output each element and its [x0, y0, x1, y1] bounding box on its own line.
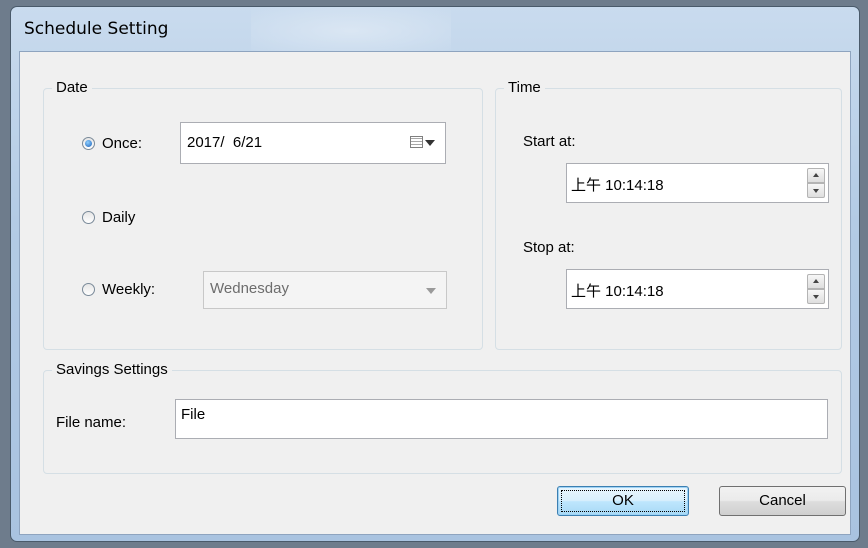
calendar-icon[interactable] — [410, 136, 423, 148]
spin-down-icon[interactable] — [807, 183, 825, 198]
cancel-label: Cancel — [759, 492, 806, 509]
stop-time-spinner[interactable] — [807, 274, 825, 304]
weekly-radio[interactable] — [82, 283, 95, 296]
date-group: Date Once: 2017/ 6/21 Daily Weekly: Wedn… — [43, 79, 483, 350]
window-title: Schedule Setting — [24, 19, 169, 39]
spin-down-icon[interactable] — [807, 289, 825, 304]
savings-group-label: Savings Settings — [52, 361, 172, 378]
start-at-label: Start at: — [523, 133, 576, 150]
dropdown-arrow-icon[interactable] — [426, 288, 436, 294]
weekly-label[interactable]: Weekly: — [102, 281, 155, 298]
time-group: Time Start at: 上午 10:14:18 Stop at: 上午 1… — [495, 79, 842, 350]
stop-time-value: 上午 10:14:18 — [571, 283, 664, 300]
start-time-spinner[interactable] — [807, 168, 825, 198]
savings-group: Savings Settings File name: File — [43, 361, 842, 474]
ok-button[interactable]: OK — [557, 486, 689, 516]
ok-focus-rect — [561, 490, 685, 512]
titlebar-glow — [251, 7, 451, 55]
file-name-input[interactable]: File — [175, 399, 828, 439]
weekly-day-value: Wednesday — [210, 280, 289, 297]
dialog-body: Date Once: 2017/ 6/21 Daily Weekly: Wedn… — [19, 51, 851, 535]
stop-time-field[interactable]: 上午 10:14:18 — [566, 269, 829, 309]
start-time-field[interactable]: 上午 10:14:18 — [566, 163, 829, 203]
once-radio[interactable] — [82, 137, 95, 150]
daily-label[interactable]: Daily — [102, 209, 135, 226]
cancel-button[interactable]: Cancel — [719, 486, 846, 516]
dialog-window: Schedule Setting Date Once: 2017/ 6/21 D… — [10, 6, 860, 542]
spin-up-icon[interactable] — [807, 168, 825, 183]
time-group-label: Time — [504, 79, 545, 96]
once-label[interactable]: Once: — [102, 135, 142, 152]
weekly-day-select[interactable]: Wednesday — [203, 271, 447, 309]
date-group-label: Date — [52, 79, 92, 96]
spin-up-icon[interactable] — [807, 274, 825, 289]
stop-at-label: Stop at: — [523, 239, 575, 256]
start-time-value: 上午 10:14:18 — [571, 177, 664, 194]
once-date-value: 2017/ 6/21 — [187, 134, 263, 151]
file-name-label: File name: — [56, 414, 127, 431]
dropdown-arrow-icon[interactable] — [425, 140, 435, 146]
daily-radio[interactable] — [82, 211, 95, 224]
file-name-value: File — [181, 406, 206, 423]
once-date-picker[interactable]: 2017/ 6/21 — [180, 122, 446, 164]
